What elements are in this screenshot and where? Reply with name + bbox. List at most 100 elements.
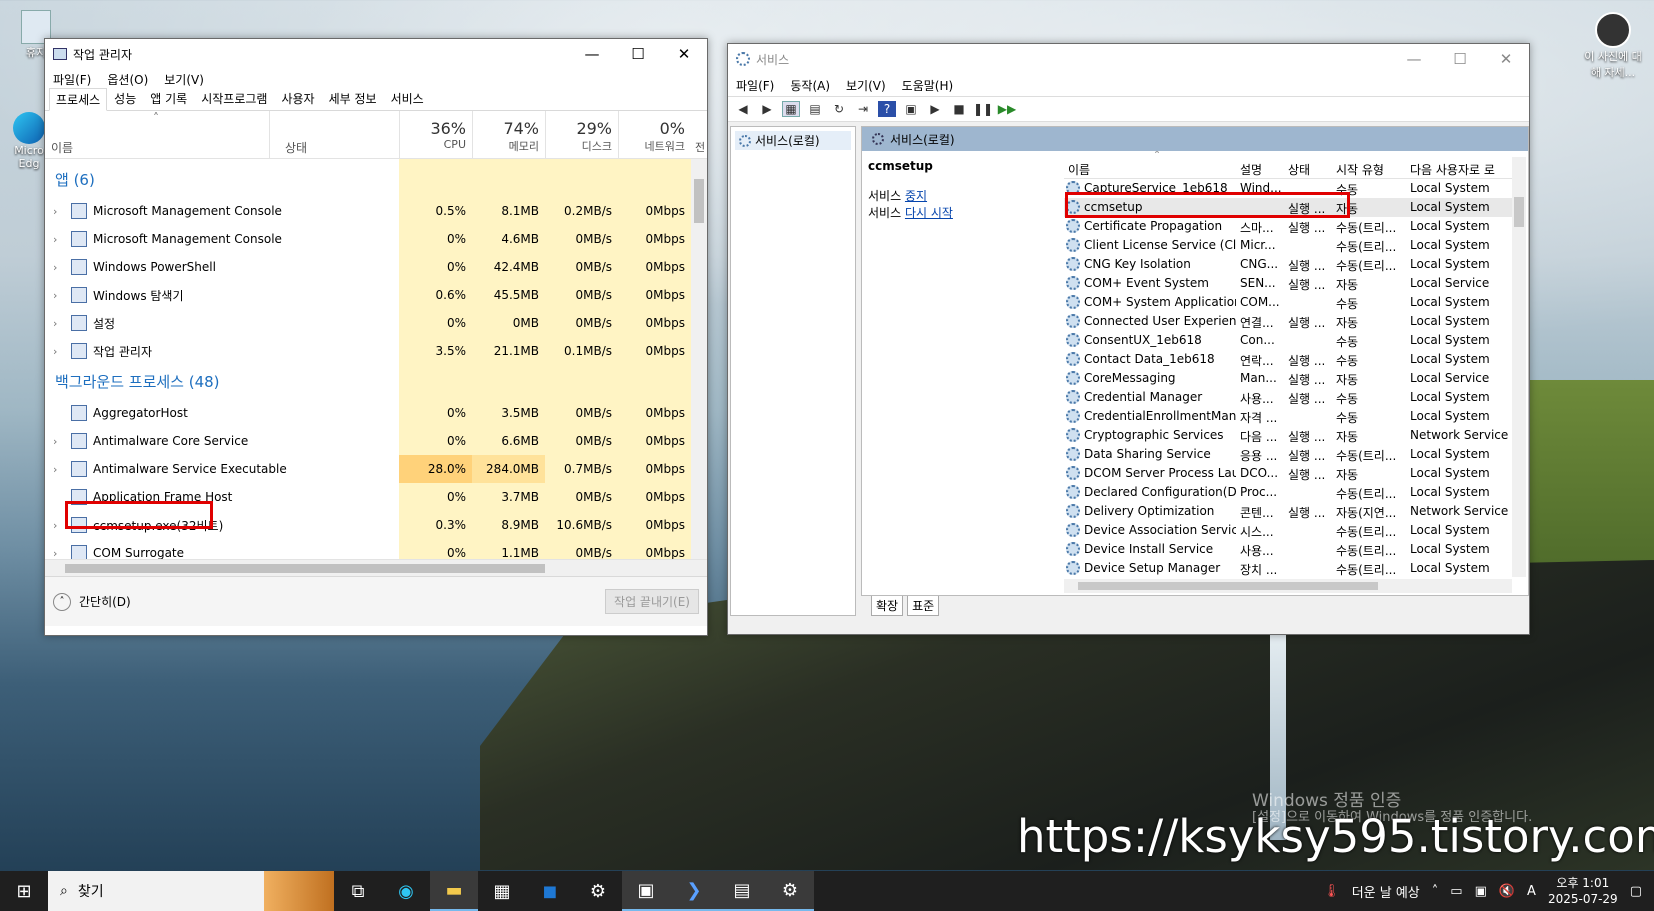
services-list-hscrollbar[interactable]: [1064, 579, 1512, 593]
service-row[interactable]: Cryptographic Services 다음 ... 실행 ... 자동 Netw…: [1064, 426, 1526, 445]
taskbar-mmc[interactable]: ▣: [622, 871, 670, 911]
minimize-button[interactable]: —: [1391, 44, 1437, 74]
service-row[interactable]: DCOM Server Process Lau... DCO... 실행 ... 자동…: [1064, 464, 1526, 483]
refresh-icon[interactable]: ↻: [830, 101, 848, 117]
services-titlebar[interactable]: 서비스 — ☐ ✕: [728, 44, 1529, 74]
column-description[interactable]: 설명: [1240, 161, 1262, 178]
end-task-button[interactable]: 작업 끝내기(E): [605, 589, 699, 614]
tab-details[interactable]: 세부 정보: [322, 87, 384, 110]
column-name[interactable]: 이름: [51, 139, 73, 156]
maximize-button[interactable]: ☐: [1437, 44, 1483, 74]
tab-startup[interactable]: 시작프로그램: [194, 87, 274, 110]
service-row[interactable]: Client License Service (Clip... Micr... 수동…: [1064, 236, 1526, 255]
column-memory[interactable]: 74% 메모리: [472, 111, 545, 159]
process-row[interactable]: › Microsoft Management Console 0.5% 8.1MB 0.…: [45, 197, 693, 225]
expand-arrow-icon[interactable]: ›: [53, 289, 57, 302]
column-cpu[interactable]: 36% CPU: [399, 111, 472, 159]
stop-service-icon[interactable]: ■: [950, 101, 968, 117]
process-row[interactable]: › Windows 탐색기 0.6% 45.5MB 0MB/s 0Mbps: [45, 281, 693, 309]
notification-icon[interactable]: ▢: [1630, 884, 1642, 899]
pause-service-icon[interactable]: ❚❚: [973, 101, 993, 117]
service-row[interactable]: Device Install Service 사용... 수동(트리... Local…: [1064, 540, 1526, 559]
start-service-icon[interactable]: ▶: [926, 101, 944, 117]
restart-service-link[interactable]: 다시 시작: [905, 206, 953, 220]
taskbar-settings[interactable]: ⚙: [574, 871, 622, 911]
menu-help[interactable]: 도움말(H): [902, 77, 954, 94]
process-list-hscrollbar[interactable]: [45, 559, 707, 576]
service-row[interactable]: CredentialEnrollmentMana... 자격 ... 수동 Local…: [1064, 407, 1526, 426]
network-icon[interactable]: ▭: [1450, 884, 1462, 899]
help-icon[interactable]: ?: [878, 101, 896, 117]
service-row[interactable]: ConsentUX_1eb618 Con... 수동 Local System: [1064, 331, 1526, 350]
menu-options[interactable]: 옵션(O): [107, 71, 148, 88]
service-row[interactable]: Device Setup Manager 장치 ... 수동(트리... Local …: [1064, 559, 1526, 578]
taskbar-explorer[interactable]: ▬: [430, 871, 478, 911]
process-row[interactable]: › 설정 0% 0MB 0MB/s 0Mbps: [45, 309, 693, 337]
service-row[interactable]: COM+ Event System SEN... 실행 ... 자동 Local Ser…: [1064, 274, 1526, 293]
menu-file[interactable]: 파일(F): [736, 77, 774, 94]
view-icon[interactable]: ▣: [902, 101, 920, 117]
column-status[interactable]: 상태: [285, 139, 307, 156]
back-arrow-icon[interactable]: ◀: [734, 101, 752, 117]
service-row[interactable]: Declared Configuration(DC... Proc... 수동(트리…: [1064, 483, 1526, 502]
tab-processes[interactable]: 프로세스: [49, 88, 108, 111]
service-row[interactable]: CoreMessaging Man... 실행 ... 자동 Local Service: [1064, 369, 1526, 388]
expand-arrow-icon[interactable]: ›: [53, 547, 57, 560]
minimize-button[interactable]: —: [569, 39, 615, 69]
process-row[interactable]: › Windows PowerShell 0% 42.4MB 0MB/s 0Mbps: [45, 253, 693, 281]
taskbar-edge[interactable]: ◉: [382, 871, 430, 911]
restart-service-icon[interactable]: ▶▶: [998, 101, 1016, 117]
taskbar-powershell[interactable]: ❯: [670, 871, 718, 911]
expand-arrow-icon[interactable]: ›: [53, 261, 57, 274]
menu-view[interactable]: 보기(V): [846, 77, 886, 94]
column-name[interactable]: 이름: [1068, 161, 1090, 178]
tab-performance[interactable]: 성능: [107, 87, 143, 110]
services-list-scrollbar[interactable]: [1512, 157, 1526, 577]
process-group-header[interactable]: 앱 (6): [55, 169, 95, 190]
column-disk[interactable]: 29% 디스크: [545, 111, 618, 159]
menu-file[interactable]: 파일(F): [53, 71, 91, 88]
expand-arrow-icon[interactable]: ›: [53, 205, 57, 218]
task-manager-titlebar[interactable]: 작업 관리자 — ☐ ✕: [45, 39, 707, 69]
taskbar-services[interactable]: ⚙: [766, 871, 814, 911]
column-network[interactable]: 0% 네트워크: [618, 111, 691, 159]
forward-arrow-icon[interactable]: ▶: [758, 101, 776, 117]
expand-arrow-icon[interactable]: ›: [53, 463, 57, 476]
monitor-icon[interactable]: ▣: [1475, 884, 1487, 899]
tree-item-services-local[interactable]: 서비스(로컬): [735, 131, 851, 150]
service-row[interactable]: CNG Key Isolation CNG... 실행 ... 수동(트리... Loc…: [1064, 255, 1526, 274]
export-icon[interactable]: ⇥: [854, 101, 872, 117]
close-button[interactable]: ✕: [661, 39, 707, 69]
service-row[interactable]: Connected User Experience... 연결... 실행 ... 자…: [1064, 312, 1526, 331]
process-row[interactable]: › Antimalware Service Executable 28.0% 284.…: [45, 455, 693, 483]
tab-extended[interactable]: 확장: [871, 596, 904, 616]
search-box[interactable]: ⌕ 찾기: [48, 871, 334, 911]
tab-users[interactable]: 사용자: [274, 87, 321, 110]
service-row[interactable]: Credential Manager 사용... 실행 ... 수동 Local Sys…: [1064, 388, 1526, 407]
column-logon-as[interactable]: 다음 사용자로 로: [1410, 161, 1510, 178]
taskbar-outlook[interactable]: ◼: [526, 871, 574, 911]
menu-action[interactable]: 동작(A): [790, 77, 830, 94]
service-row[interactable]: Device Association Service 시스... 수동(트리... L…: [1064, 521, 1526, 540]
process-row[interactable]: › Microsoft Management Console 0% 4.6MB 0MB/…: [45, 225, 693, 253]
clock[interactable]: 오후 1:01 2025-07-29: [1548, 875, 1618, 907]
column-status[interactable]: 상태: [1288, 161, 1310, 178]
spotlight-shortcut[interactable]: 이 사진에 대해 자세...: [1580, 12, 1646, 80]
task-view-button[interactable]: ⧉: [334, 871, 382, 911]
console-tree-icon[interactable]: ▦: [782, 101, 800, 117]
speaker-muted-icon[interactable]: 🔇: [1499, 884, 1515, 899]
process-list-scrollbar[interactable]: [691, 159, 707, 559]
expand-arrow-icon[interactable]: ›: [53, 233, 57, 246]
process-row[interactable]: AggregatorHost 0% 3.5MB 0MB/s 0Mbps: [45, 399, 693, 427]
process-row[interactable]: › Antimalware Core Service 0% 6.6MB 0MB/s 0Mb…: [45, 427, 693, 455]
fewer-details-link[interactable]: 간단히(D): [79, 593, 131, 610]
tab-app-history[interactable]: 앱 기록: [143, 87, 194, 110]
maximize-button[interactable]: ☐: [615, 39, 661, 69]
service-row[interactable]: Contact Data_1eb618 연락... 실행 ... 수동 Local Sy…: [1064, 350, 1526, 369]
chevron-up-icon[interactable]: ˄: [1432, 884, 1439, 899]
taskbar-task-manager[interactable]: ▤: [718, 871, 766, 911]
expand-arrow-icon[interactable]: ›: [53, 317, 57, 330]
service-row[interactable]: Certificate Propagation 스마... 실행 ... 수동(트리.…: [1064, 217, 1526, 236]
process-group-header[interactable]: 백그라운드 프로세스 (48): [55, 371, 220, 392]
service-row[interactable]: COM+ System Application COM... 수동 Local Sys…: [1064, 293, 1526, 312]
